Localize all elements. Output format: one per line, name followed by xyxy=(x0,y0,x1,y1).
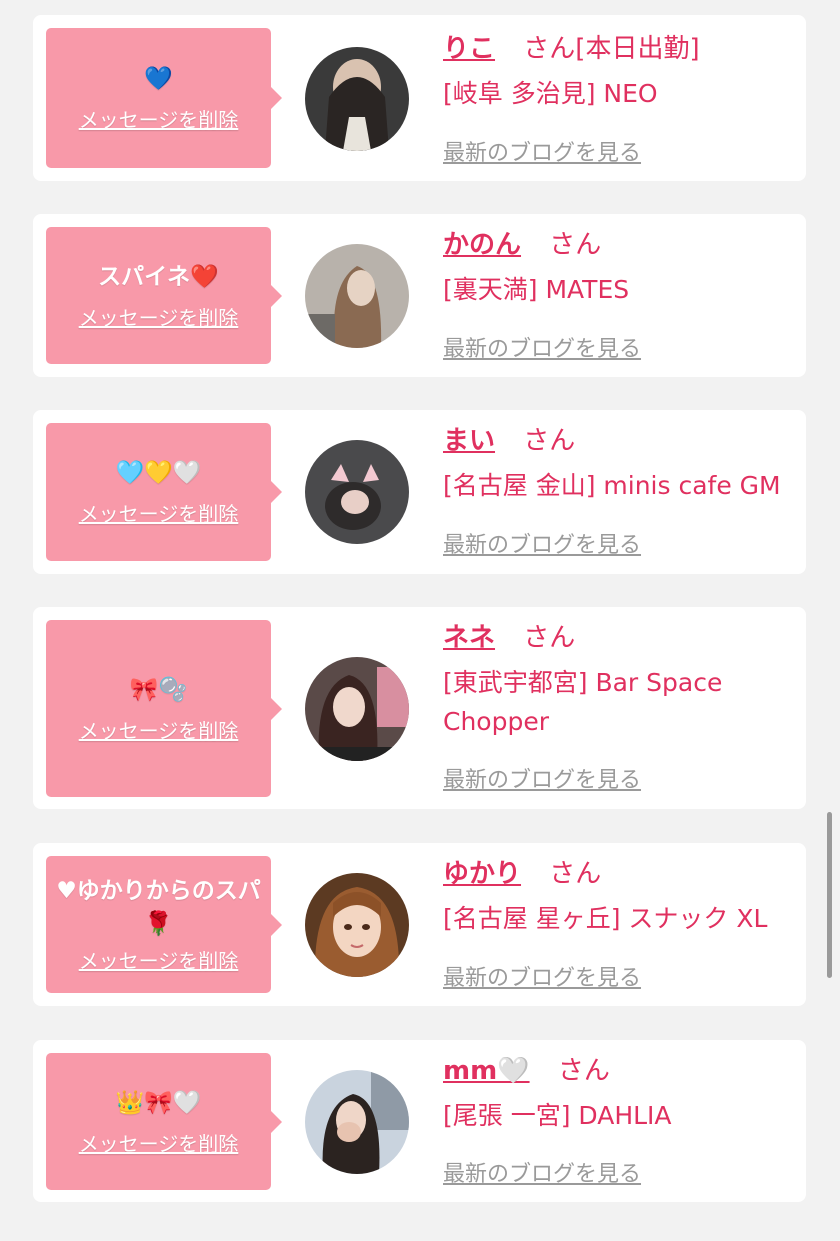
message-bubble: スパイネ❤️ メッセージを削除 xyxy=(46,227,282,364)
honorific: さん xyxy=(523,34,576,64)
status-label: [本日出勤] xyxy=(575,34,700,64)
name-row: mm🤍 さん xyxy=(443,1054,793,1088)
latest-blog-link[interactable]: 最新のブログを見る xyxy=(443,331,641,363)
message-bubble: ♥ゆかりからのスパ🌹 メッセージを削除 xyxy=(46,856,282,993)
avatar[interactable] xyxy=(305,873,409,977)
shop-label: [裏天満] MATES xyxy=(443,275,630,304)
delete-message-link[interactable]: メッセージを削除 xyxy=(79,715,239,744)
avatar[interactable] xyxy=(305,440,409,544)
latest-blog-link[interactable]: 最新のブログを見る xyxy=(443,960,641,992)
message-text: 💙 xyxy=(144,66,173,92)
girl-info: かのん さん [裏天満] MATES xyxy=(443,228,793,309)
message-text: 🎀🫧 xyxy=(129,676,188,703)
latest-blog-link[interactable]: 最新のブログを見る xyxy=(443,135,641,167)
scrollbar[interactable] xyxy=(827,812,832,978)
honorific: さん xyxy=(549,859,602,889)
honorific: さん xyxy=(523,426,576,456)
message-card: 🎀🫧 メッセージを削除 ネネ さん [東武宇都宮] Bar Space Chop… xyxy=(33,607,806,809)
avatar[interactable] xyxy=(305,244,409,348)
girl-name-link[interactable]: ネネ xyxy=(443,623,495,653)
avatar[interactable] xyxy=(305,47,409,151)
girl-name-link[interactable]: りこ xyxy=(443,34,495,64)
message-bubble: 👑🎀🤍 メッセージを削除 xyxy=(46,1053,282,1190)
latest-blog-link[interactable]: 最新のブログを見る xyxy=(443,527,641,559)
message-bubble: 💙 メッセージを削除 xyxy=(46,28,282,168)
message-card: 👑🎀🤍 メッセージを削除 mm🤍 さん [尾張 一宮] DAHLIA 最新のブロ… xyxy=(33,1040,806,1202)
message-card: ♥ゆかりからのスパ🌹 メッセージを削除 ゆかり さん [名古屋 星ヶ丘] スナッ… xyxy=(33,843,806,1006)
shop-label: [名古屋 金山] minis cafe GM xyxy=(443,471,781,500)
girl-info: mm🤍 さん [尾張 一宮] DAHLIA xyxy=(443,1054,793,1135)
delete-message-link[interactable]: メッセージを削除 xyxy=(79,498,239,527)
girl-info: ゆかり さん [名古屋 星ヶ丘] スナック XL xyxy=(443,857,793,938)
name-row: ゆかり さん xyxy=(443,857,793,891)
shop-label: [東武宇都宮] Bar Space Chopper xyxy=(443,668,723,736)
girl-name-link[interactable]: かのん xyxy=(443,230,521,260)
girl-name-link[interactable]: mm🤍 xyxy=(443,1056,530,1086)
delete-message-link[interactable]: メッセージを削除 xyxy=(79,945,239,974)
message-text: 👑🎀🤍 xyxy=(115,1089,202,1116)
avatar[interactable] xyxy=(305,1070,409,1174)
name-row: まい さん xyxy=(443,424,793,458)
girl-info: ネネ さん [東武宇都宮] Bar Space Chopper xyxy=(443,621,793,741)
message-text: 🩵💛🤍 xyxy=(115,460,202,486)
shop-label: [尾張 一宮] DAHLIA xyxy=(443,1101,672,1130)
message-card: 💙 メッセージを削除 りこ さん[本日出勤] [岐阜 多治見] NEO 最新のブ… xyxy=(33,15,806,181)
honorific: さん xyxy=(557,1056,610,1086)
girl-name-link[interactable]: ゆかり xyxy=(443,859,521,889)
honorific: さん xyxy=(523,623,576,653)
shop-label: [岐阜 多治見] NEO xyxy=(443,79,658,108)
message-bubble: 🎀🫧 メッセージを削除 xyxy=(46,620,282,797)
delete-message-link[interactable]: メッセージを削除 xyxy=(79,104,239,133)
girl-info: りこ さん[本日出勤] [岐阜 多治見] NEO xyxy=(443,32,793,113)
honorific: さん xyxy=(549,230,602,260)
girl-name-link[interactable]: まい xyxy=(443,426,495,456)
message-bubble: 🩵💛🤍 メッセージを削除 xyxy=(46,423,282,561)
name-row: りこ さん[本日出勤] xyxy=(443,32,793,66)
message-text: スパイネ❤️ xyxy=(98,263,219,290)
latest-blog-link[interactable]: 最新のブログを見る xyxy=(443,762,641,794)
avatar[interactable] xyxy=(305,657,409,761)
name-row: かのん さん xyxy=(443,228,793,262)
shop-label: [名古屋 星ヶ丘] スナック XL xyxy=(443,904,768,933)
delete-message-link[interactable]: メッセージを削除 xyxy=(79,1128,239,1157)
delete-message-link[interactable]: メッセージを削除 xyxy=(79,302,239,331)
girl-info: まい さん [名古屋 金山] minis cafe GM xyxy=(443,424,793,505)
name-row: ネネ さん xyxy=(443,621,793,655)
message-text: ♥ゆかりからのスパ🌹 xyxy=(56,878,261,937)
message-card: 🩵💛🤍 メッセージを削除 まい さん [名古屋 金山] minis cafe G… xyxy=(33,410,806,574)
message-card: スパイネ❤️ メッセージを削除 かのん さん [裏天満] MATES 最新のブロ… xyxy=(33,214,806,377)
latest-blog-link[interactable]: 最新のブログを見る xyxy=(443,1156,641,1188)
